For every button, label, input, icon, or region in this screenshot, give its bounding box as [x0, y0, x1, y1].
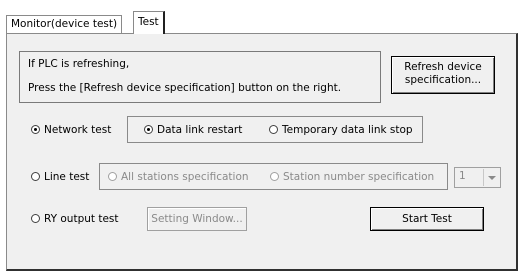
radio-unselected-icon	[270, 172, 279, 181]
data-link-restart-radio[interactable]: Data link restart	[144, 123, 242, 137]
station-number-select[interactable]: 1	[454, 167, 501, 188]
line-test-options-group: All stations specification Station numbe…	[99, 163, 448, 190]
info-line-2: Press the [Refresh device specification]…	[28, 82, 342, 94]
network-test-radio[interactable]: Network test	[31, 123, 111, 137]
network-test-label: Network test	[44, 124, 112, 136]
temporary-data-link-stop-radio[interactable]: Temporary data link stop	[269, 123, 413, 137]
radio-unselected-icon	[31, 172, 40, 181]
network-test-options-group: Data link restart Temporary data link st…	[127, 116, 423, 143]
radio-unselected-icon	[31, 214, 40, 223]
setting-window-button[interactable]: Setting Window...	[147, 207, 247, 231]
station-number-specification-label: Station number specification	[283, 171, 435, 183]
radio-unselected-icon	[269, 125, 278, 134]
start-test-button[interactable]: Start Test	[370, 207, 484, 231]
refresh-button-line-2: specification...	[404, 74, 482, 86]
refresh-device-specification-button[interactable]: Refresh device specification...	[391, 56, 495, 94]
all-stations-specification-radio[interactable]: All stations specification	[108, 170, 249, 184]
station-number-specification-radio[interactable]: Station number specification	[270, 170, 434, 184]
data-link-restart-label: Data link restart	[157, 124, 243, 136]
temporary-data-link-stop-label: Temporary data link stop	[282, 124, 413, 136]
ry-output-test-label: RY output test	[44, 213, 119, 225]
radio-unselected-icon	[108, 172, 117, 181]
chevron-down-icon[interactable]	[483, 169, 499, 186]
line-test-radio[interactable]: Line test	[31, 170, 89, 184]
all-stations-specification-label: All stations specification	[121, 171, 249, 183]
ry-output-test-radio[interactable]: RY output test	[31, 212, 119, 226]
radio-selected-icon	[31, 125, 40, 134]
tab-monitor-device-test[interactable]: Monitor(device test)	[6, 15, 123, 33]
refresh-button-line-1: Refresh device	[404, 61, 482, 73]
info-line-1: If PLC is refreshing,	[28, 58, 130, 70]
line-test-label: Line test	[44, 171, 90, 183]
info-message-box: If PLC is refreshing, Press the [Refresh…	[19, 51, 381, 103]
radio-selected-icon	[144, 125, 153, 134]
station-number-value: 1	[459, 170, 466, 182]
tab-test[interactable]: Test	[133, 11, 165, 34]
